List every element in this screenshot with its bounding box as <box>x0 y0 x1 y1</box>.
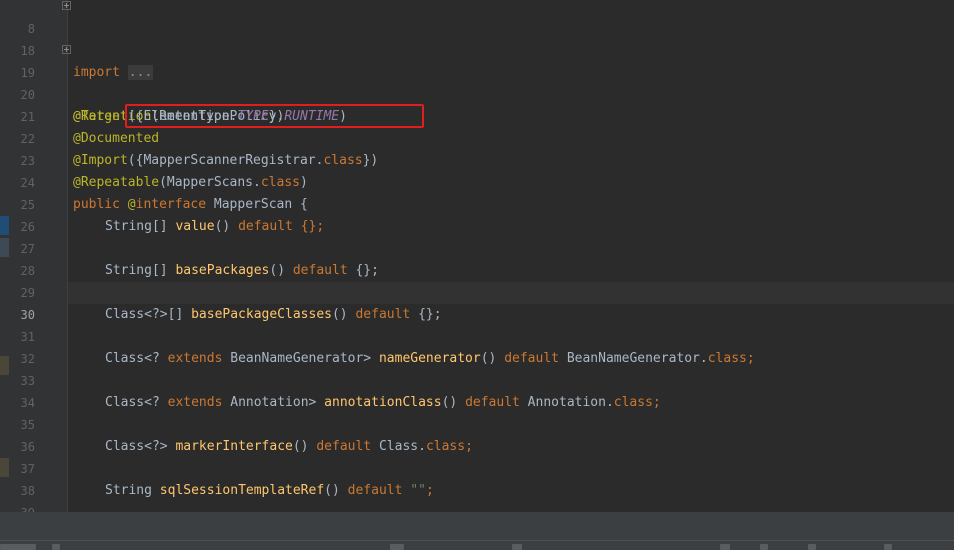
code-line[interactable]: 20 @Target({ElementType.TYPE}) <box>0 62 954 124</box>
code-line[interactable]: 25 String[] value() default {}; <box>0 172 954 234</box>
code-line[interactable]: 28 <box>0 238 954 278</box>
code-line[interactable]: 24 public @interface MapperScan { <box>0 150 954 212</box>
status-bar-item[interactable] <box>884 544 892 550</box>
code-line[interactable]: 19 @Retention(RetentionPolicy.RUNTIME) <box>0 40 954 124</box>
code-line[interactable]: 38 <box>0 458 954 498</box>
code-line[interactable]: 23 @Repeatable(MapperScans.class) <box>0 128 954 190</box>
line-number: 39 <box>9 502 35 512</box>
code-line[interactable]: 29 Class<?>[] basePackageClasses() defau… <box>0 260 954 322</box>
status-bar-item[interactable] <box>808 544 816 550</box>
code-line-current[interactable]: 30 <box>0 282 954 322</box>
code-line[interactable]: 36 <box>0 414 954 454</box>
status-bar-item[interactable] <box>390 544 404 550</box>
annotation-highlight-box <box>125 104 424 128</box>
status-bar-item[interactable] <box>760 544 768 550</box>
code-line[interactable]: 8 import ... <box>0 0 954 80</box>
code-line[interactable]: 26 <box>0 194 954 234</box>
horizontal-scrollbar-area[interactable] <box>0 512 954 540</box>
code-line[interactable]: 18 <box>0 18 954 58</box>
status-bar-item[interactable] <box>720 544 730 550</box>
code-editor[interactable]: 8 import ... 18 19 @Retention(RetentionP… <box>0 0 954 512</box>
code-line[interactable]: 32 <box>0 326 954 366</box>
code-line[interactable]: 33 Class<? extends Annotation> annotatio… <box>0 348 954 410</box>
code-line[interactable]: 35 Class<?> markerInterface() default Cl… <box>0 392 954 454</box>
code-line[interactable]: 31 Class<? extends BeanNameGenerator> na… <box>0 304 954 366</box>
code-line[interactable]: 21 @Documented <box>0 84 954 146</box>
status-bar-item[interactable] <box>512 544 522 550</box>
code-line[interactable]: 37 String sqlSessionTemplateRef() defaul… <box>0 436 954 498</box>
code-line[interactable]: 27 String[] basePackages() default {}; <box>0 216 954 278</box>
code-line[interactable]: 39 String sqlSessionFactoryRef() default… <box>0 480 954 512</box>
status-bar-item[interactable] <box>52 544 60 550</box>
code-line[interactable]: 34 <box>0 370 954 410</box>
fold-collapse-icon[interactable] <box>62 45 71 54</box>
fold-expand-icon[interactable] <box>62 1 71 10</box>
status-bar-item[interactable] <box>0 544 36 550</box>
